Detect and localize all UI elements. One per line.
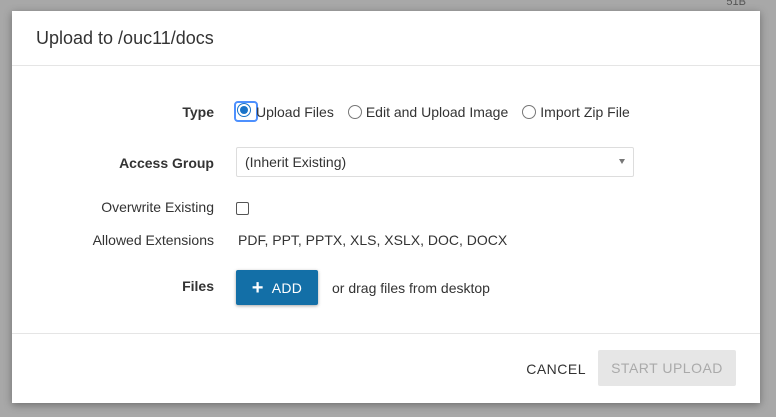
drag-files-hint: or drag files from desktop	[332, 280, 490, 296]
upload-dialog: Upload to /ouc11/docs Type Upload Files …	[12, 11, 760, 403]
extensions-value: PDF, PPT, PPTX, XLS, XSLX, DOC, DOCX	[238, 232, 508, 248]
dialog-header: Upload to /ouc11/docs	[12, 11, 760, 66]
type-label: Type	[182, 104, 214, 120]
radio-edit-upload-image-label[interactable]: Edit and Upload Image	[366, 104, 508, 120]
files-row: Files + ADD or drag files from desktop	[12, 270, 760, 306]
access-group-row: Access Group (Inherit Existing)	[12, 147, 760, 179]
background-file-size: 51B	[726, 0, 746, 8]
overwrite-label: Overwrite Existing	[101, 199, 214, 215]
add-button-label: ADD	[271, 279, 303, 296]
radio-import-zip-label[interactable]: Import Zip File	[540, 104, 629, 120]
radio-import-zip[interactable]: Import Zip File	[522, 104, 630, 120]
overwrite-checkbox[interactable]	[236, 202, 249, 215]
overwrite-row: Overwrite Existing	[12, 198, 760, 218]
radio-upload-files[interactable]: Upload Files	[234, 101, 334, 122]
start-upload-button[interactable]: START UPLOAD	[598, 350, 736, 386]
radio-edit-upload-image[interactable]: Edit and Upload Image	[347, 104, 508, 120]
access-group-value: (Inherit Existing)	[245, 154, 347, 170]
dialog-title: Upload to /ouc11/docs	[36, 27, 214, 48]
radio-upload-files-label[interactable]: Upload Files	[256, 104, 334, 120]
dialog-body: Type Upload Files Edit and Upload Image …	[12, 66, 760, 334]
access-group-select[interactable]: (Inherit Existing)	[236, 147, 634, 177]
plus-icon: +	[251, 276, 264, 299]
add-files-button[interactable]: + ADD	[236, 270, 318, 305]
extensions-label: Allowed Extensions	[92, 232, 214, 248]
radio-edit-upload-image-circle[interactable]	[347, 104, 362, 119]
cancel-button[interactable]: CANCEL	[526, 361, 586, 377]
type-row: Type Upload Files Edit and Upload Image …	[12, 101, 760, 123]
type-radio-group: Upload Files Edit and Upload Image Impor…	[234, 101, 644, 122]
dialog-footer: CANCEL START UPLOAD	[12, 333, 760, 403]
radio-import-zip-circle[interactable]	[522, 104, 537, 119]
files-label: Files	[182, 278, 214, 294]
chevron-down-icon	[619, 159, 625, 164]
start-upload-label: START UPLOAD	[611, 360, 723, 376]
extensions-row: Allowed Extensions PDF, PPT, PPTX, XLS, …	[12, 231, 760, 251]
access-group-label: Access Group	[119, 155, 214, 171]
radio-upload-files-focus	[234, 101, 258, 122]
radio-upload-files-circle[interactable]	[237, 103, 251, 117]
